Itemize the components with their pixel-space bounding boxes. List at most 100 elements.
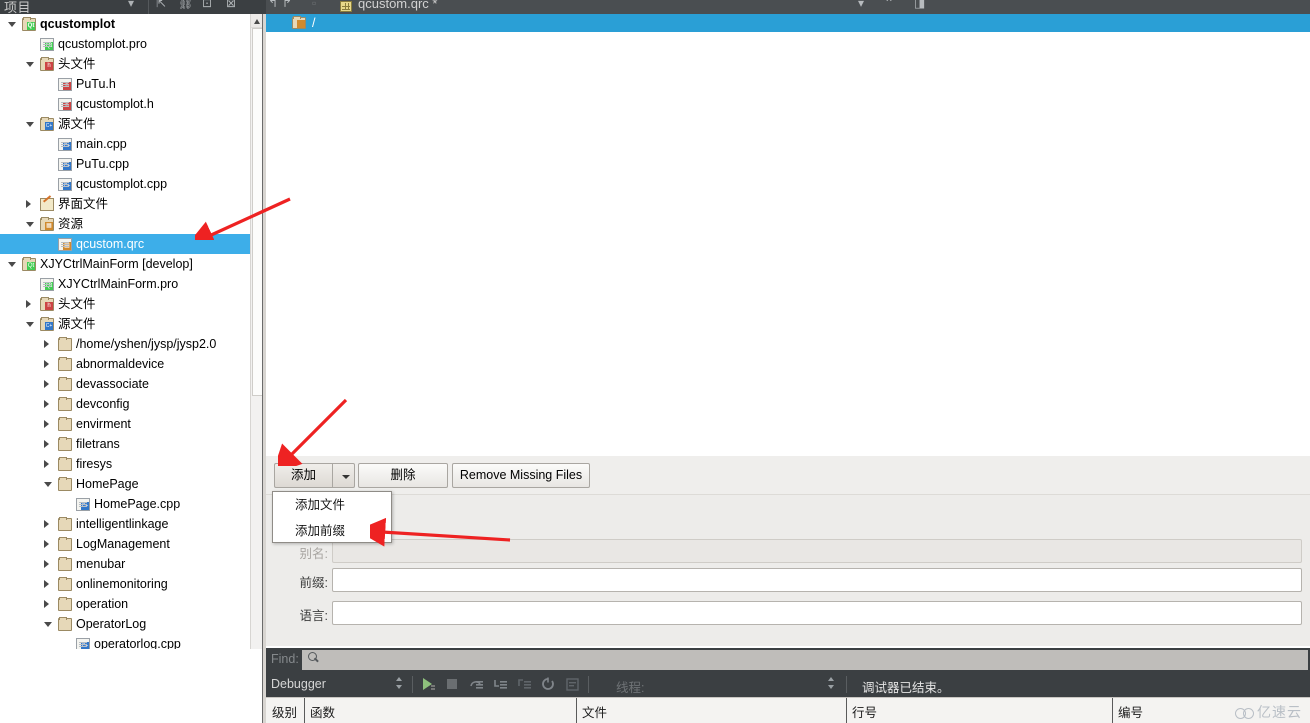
chevron-right-icon[interactable] <box>44 400 49 408</box>
tree-item[interactable]: HomePage <box>0 474 250 494</box>
find-input[interactable] <box>302 650 1308 670</box>
tree-item[interactable]: Qt qcustomplot <box>0 14 250 34</box>
split-icon[interactable]: ▫ <box>312 0 316 10</box>
tree-item[interactable]: C+ operatorlog.cpp <box>0 634 250 649</box>
thread-selector-spinner[interactable] <box>826 676 836 692</box>
column-header-line[interactable]: 行号 <box>852 702 877 721</box>
tree-item[interactable]: C+ PuTu.cpp <box>0 154 250 174</box>
chevron-right-icon[interactable] <box>44 520 49 528</box>
chevron-right-icon[interactable] <box>44 380 49 388</box>
add-dropdown-menu[interactable]: 添加文件 添加前缀 <box>272 491 392 543</box>
remove-missing-files-button[interactable]: Remove Missing Files <box>452 463 590 488</box>
language-label: 语言: <box>299 609 328 623</box>
open-file-tab[interactable]: qcustom.qrc * <box>358 0 437 11</box>
tree-item[interactable]: ▦ 资源 <box>0 214 250 234</box>
tree-item[interactable]: h PuTu.h <box>0 74 250 94</box>
chevron-down-icon[interactable] <box>26 322 34 327</box>
tree-item[interactable]: C+ qcustomplot.cpp <box>0 174 250 194</box>
link-icon[interactable]: ⛓ <box>178 0 193 10</box>
instruction-view-icon[interactable] <box>564 676 581 693</box>
tree-item[interactable]: onlinemonitoring <box>0 574 250 594</box>
file-cpp-icon: C+ <box>58 178 72 191</box>
tree-item[interactable]: C+ 源文件 <box>0 314 250 334</box>
chevron-down-icon[interactable] <box>26 62 34 67</box>
column-header-file[interactable]: 文件 <box>582 702 607 721</box>
chevron-right-icon[interactable] <box>44 420 49 428</box>
editor-tab-strip: ↰ ↱ ▫ qcustom.qrc * ▾ ⌃ ◨ <box>266 0 1310 14</box>
column-header-level[interactable]: 级别 <box>272 702 297 721</box>
delete-button[interactable]: 删除 <box>358 463 448 488</box>
folder-icon <box>58 397 72 411</box>
chevron-down-icon[interactable] <box>26 122 34 127</box>
chevron-right-icon[interactable] <box>44 580 49 588</box>
tree-item[interactable]: envirment <box>0 414 250 434</box>
tree-item[interactable]: h 头文件 <box>0 294 250 314</box>
column-header-number[interactable]: 编号 <box>1118 702 1143 721</box>
tree-item[interactable]: C+ 源文件 <box>0 114 250 134</box>
tree-item[interactable]: intelligentlinkage <box>0 514 250 534</box>
chevron-right-icon[interactable] <box>44 340 49 348</box>
search-icon[interactable] <box>308 652 320 664</box>
qrc-editor-area[interactable]: / <box>266 14 1310 456</box>
tree-item[interactable]: /home/yshen/jysp/jysp2.0 <box>0 334 250 354</box>
add-dropdown-arrow-button[interactable] <box>332 463 355 488</box>
chevron-right-icon[interactable] <box>44 600 49 608</box>
tree-item[interactable]: LogManagement <box>0 534 250 554</box>
chevron-down-icon[interactable] <box>8 22 16 27</box>
chevron-right-icon[interactable] <box>26 300 31 308</box>
add-button[interactable]: 添加 <box>274 463 332 488</box>
language-input[interactable] <box>332 601 1302 625</box>
restart-icon[interactable] <box>540 676 557 693</box>
thread-label: 线程: <box>616 681 645 695</box>
filter-icon[interactable]: ⇱ <box>156 0 166 10</box>
forward-nav-icon[interactable]: ↱ <box>282 0 292 10</box>
chevron-right-icon[interactable] <box>44 540 49 548</box>
tree-item[interactable]: C+ main.cpp <box>0 134 250 154</box>
split-editor-icon[interactable]: ◨ <box>914 0 925 10</box>
tree-item[interactable]: Qt qcustomplot.pro <box>0 34 250 54</box>
debugger-status-text: 调试器已结束。 <box>862 681 950 695</box>
debugger-selector-spinner[interactable] <box>394 676 404 692</box>
tree-item[interactable]: devconfig <box>0 394 250 414</box>
stop-icon[interactable] <box>444 676 461 693</box>
step-over-icon[interactable] <box>468 676 485 693</box>
chevron-down-icon[interactable] <box>44 622 52 627</box>
chevron-down-icon[interactable]: ▾ <box>128 0 134 10</box>
collapse-icon[interactable]: ⌃ <box>884 0 894 10</box>
continue-icon[interactable] <box>420 676 437 693</box>
tree-item[interactable]: firesys <box>0 454 250 474</box>
tree-item[interactable]: 界面文件 <box>0 194 250 214</box>
chevron-down-icon[interactable] <box>8 262 16 267</box>
tree-item[interactable]: h 头文件 <box>0 54 250 74</box>
back-nav-icon[interactable]: ↰ <box>268 0 278 10</box>
tree-item[interactable]: menubar <box>0 554 250 574</box>
tree-item[interactable]: devassociate <box>0 374 250 394</box>
chevron-down-icon[interactable] <box>44 482 52 487</box>
tree-item[interactable]: C+ HomePage.cpp <box>0 494 250 514</box>
menu-item-add-file[interactable]: 添加文件 <box>273 492 391 518</box>
close-dock-icon[interactable]: ⊠ <box>226 0 236 10</box>
tree-item[interactable]: OperatorLog <box>0 614 250 634</box>
step-into-icon[interactable] <box>492 676 509 693</box>
tree-item[interactable]: filetrans <box>0 434 250 454</box>
chevron-down-icon[interactable] <box>26 222 34 227</box>
tree-item[interactable]: operation <box>0 594 250 614</box>
tree-item[interactable]: Qt XJYCtrlMainForm [develop] <box>0 254 250 274</box>
tree-item[interactable]: abnormaldevice <box>0 354 250 374</box>
tab-dropdown-icon[interactable]: ▾ <box>858 0 864 10</box>
tree-item[interactable]: h qcustomplot.h <box>0 94 250 114</box>
chevron-right-icon[interactable] <box>44 560 49 568</box>
chevron-right-icon[interactable] <box>44 460 49 468</box>
expand-icon[interactable]: ⊡ <box>202 0 212 10</box>
tree-item[interactable]: ▦ qcustom.qrc <box>0 234 250 254</box>
column-header-function[interactable]: 函数 <box>310 702 335 721</box>
project-tree[interactable]: Qt qcustomplot Qt qcustomplot.pro h 头文件 h PuTu.… <box>0 14 250 649</box>
qrc-root-row[interactable]: / <box>266 14 1310 32</box>
chevron-right-icon[interactable] <box>44 440 49 448</box>
tree-item[interactable]: Qt XJYCtrlMainForm.pro <box>0 274 250 294</box>
menu-item-add-prefix[interactable]: 添加前缀 <box>273 518 391 544</box>
chevron-right-icon[interactable] <box>26 200 31 208</box>
chevron-right-icon[interactable] <box>44 360 49 368</box>
step-out-icon[interactable] <box>516 676 533 693</box>
prefix-input[interactable] <box>332 568 1302 592</box>
